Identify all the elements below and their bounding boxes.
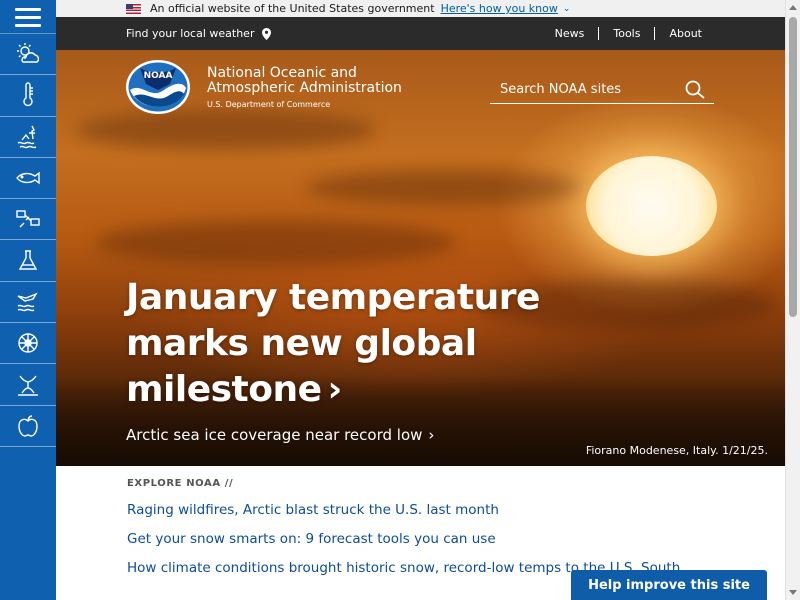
gov-banner: An official website of the United States… xyxy=(56,0,785,17)
ocean-coasts-icon[interactable] xyxy=(0,117,56,158)
satellites-icon[interactable] xyxy=(0,199,56,241)
charting-icon[interactable] xyxy=(0,323,56,365)
headline-line-2: marks new global xyxy=(126,323,477,364)
nav-news-link[interactable]: News xyxy=(541,27,599,40)
chevron-right-icon: › xyxy=(327,369,343,410)
find-local-weather-link[interactable]: Find your local weather xyxy=(126,27,272,40)
marine-aviation-icon[interactable] xyxy=(0,282,56,324)
explore-link[interactable]: Raging wildfires, Arctic blast struck th… xyxy=(127,501,727,519)
nav-about-link[interactable]: About xyxy=(654,27,716,40)
hero-headline-link[interactable]: January temperature marks new global mil… xyxy=(126,275,626,413)
sanctuaries-icon[interactable] xyxy=(0,364,56,406)
research-icon[interactable] xyxy=(0,240,56,282)
heres-how-you-know-link[interactable]: Here's how you know xyxy=(441,2,558,15)
scrollbar[interactable] xyxy=(785,0,800,600)
help-improve-button[interactable]: Help improve this site xyxy=(571,570,767,600)
climate-icon[interactable] xyxy=(0,75,56,117)
fisheries-icon[interactable] xyxy=(0,158,56,200)
hero-subhead-link[interactable]: Arctic sea ice coverage near record low › xyxy=(126,426,434,444)
scroll-up-icon[interactable] xyxy=(789,5,797,10)
scroll-thumb[interactable] xyxy=(789,17,797,317)
gov-banner-text: An official website of the United States… xyxy=(150,2,435,15)
location-pin-icon xyxy=(262,27,272,40)
cloud xyxy=(306,170,586,205)
sidebar xyxy=(0,0,56,600)
subhead-text: Arctic sea ice coverage near record low xyxy=(126,426,423,444)
search-box xyxy=(490,76,714,104)
headline-line-1: January temperature xyxy=(126,277,540,318)
search-input[interactable] xyxy=(490,82,680,97)
explore-link[interactable]: Get your snow smarts on: 9 forecast tool… xyxy=(127,530,727,548)
noaa-home-link[interactable]: NOAA National Oceanic and Atmospheric Ad… xyxy=(126,60,402,114)
cloud xyxy=(76,110,376,150)
cloud xyxy=(96,220,456,265)
us-flag-icon xyxy=(126,3,141,14)
chevron-right-icon: › xyxy=(428,426,435,444)
org-department: U.S. Department of Commerce xyxy=(207,99,331,109)
org-name-line1: National Oceanic and xyxy=(207,64,357,81)
top-nav: Find your local weather News Tools About xyxy=(56,17,785,50)
logo-text: NOAA xyxy=(144,71,173,81)
photo-caption: Fiorano Modenese, Italy. 1/21/25. xyxy=(585,444,768,457)
weather-icon[interactable] xyxy=(0,34,56,76)
org-name-line2: Atmospheric Administration xyxy=(207,79,402,96)
noaa-logo: NOAA xyxy=(126,60,190,114)
local-weather-label: Find your local weather xyxy=(126,27,255,40)
hero-banner[interactable]: NOAA National Oceanic and Atmospheric Ad… xyxy=(56,50,785,466)
scroll-down-icon[interactable] xyxy=(789,590,797,595)
sun-image xyxy=(586,156,717,256)
headline-line-3: milestone xyxy=(126,369,322,410)
hamburger-menu-icon[interactable] xyxy=(0,0,56,34)
search-icon[interactable] xyxy=(684,79,706,101)
chevron-down-icon[interactable]: ⌄ xyxy=(563,4,571,14)
nav-tools-link[interactable]: Tools xyxy=(598,27,654,40)
explore-eyebrow: EXPLORE NOAA // xyxy=(127,478,234,489)
education-icon[interactable] xyxy=(0,406,56,447)
